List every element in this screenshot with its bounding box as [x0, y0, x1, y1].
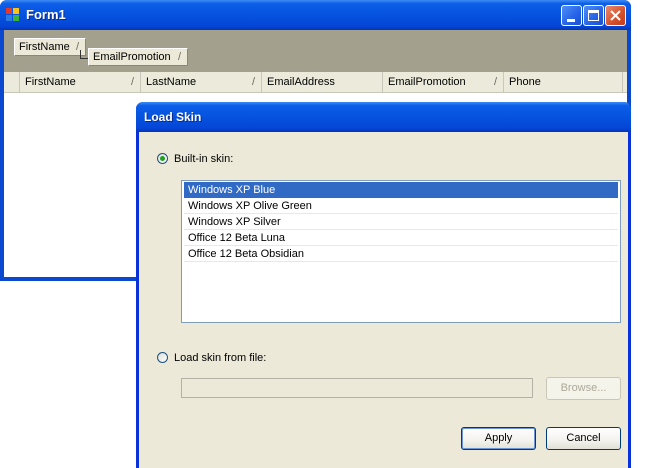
column-header-label: Phone — [509, 76, 541, 88]
skin-file-path-input[interactable] — [181, 378, 533, 398]
load-skin-dialog: Load Skin Built-in skin: Windows XP Blue… — [136, 102, 631, 468]
cancel-button[interactable]: Cancel — [546, 427, 621, 450]
close-button[interactable] — [605, 5, 626, 26]
skin-listbox[interactable]: Windows XP Blue Windows XP Olive Green W… — [181, 180, 621, 323]
dialog-client: Built-in skin: Windows XP Blue Windows X… — [139, 132, 628, 468]
sort-icon: / — [177, 51, 181, 63]
sort-icon: / — [251, 76, 255, 88]
group-chip-firstname[interactable]: FirstName / — [14, 38, 86, 56]
column-header-label: LastName — [146, 76, 197, 88]
row-indicator-header — [4, 72, 20, 92]
grid-header: FirstName / LastName / EmailAddress Emai… — [4, 72, 627, 93]
sort-icon: / — [493, 76, 497, 88]
apply-button[interactable]: Apply — [461, 427, 536, 450]
group-by-panel: FirstName / EmailPromotion / — [4, 30, 627, 72]
maximize-icon — [588, 10, 599, 21]
skin-list-item[interactable]: Windows XP Blue — [184, 182, 618, 198]
dialog-title: Load Skin — [144, 110, 202, 124]
builtin-skin-radio[interactable] — [157, 153, 168, 164]
skin-list-item[interactable]: Office 12 Beta Obsidian — [184, 246, 618, 262]
minimize-icon — [567, 19, 575, 22]
column-header-emailaddress[interactable]: EmailAddress — [262, 72, 383, 92]
column-header-lastname[interactable]: LastName / — [141, 72, 262, 92]
maximize-button[interactable] — [583, 5, 604, 26]
column-header-firstname[interactable]: FirstName / — [20, 72, 141, 92]
app-icon — [6, 8, 20, 22]
close-icon — [610, 10, 621, 21]
skin-list-item[interactable]: Office 12 Beta Luna — [184, 230, 618, 246]
column-header-phone[interactable]: Phone — [504, 72, 623, 92]
skin-list-item[interactable]: Windows XP Olive Green — [184, 198, 618, 214]
minimize-button[interactable] — [561, 5, 582, 26]
browse-button[interactable]: Browse... — [546, 377, 621, 400]
dialog-titlebar[interactable]: Load Skin — [136, 102, 631, 132]
builtin-skin-label[interactable]: Built-in skin: — [174, 153, 233, 165]
column-header-label: EmailPromotion — [388, 76, 466, 88]
column-header-label: FirstName — [25, 76, 76, 88]
file-skin-radio[interactable] — [157, 352, 168, 363]
form1-title: Form1 — [26, 7, 66, 22]
group-chip-emailpromotion[interactable]: EmailPromotion / — [88, 48, 188, 66]
skin-list-item[interactable]: Windows XP Silver — [184, 214, 618, 230]
column-header-emailpromotion[interactable]: EmailPromotion / — [383, 72, 504, 92]
column-header-label: EmailAddress — [267, 76, 335, 88]
form1-titlebar[interactable]: Form1 — [0, 0, 631, 30]
group-chip-label: EmailPromotion — [93, 51, 171, 63]
radio-selected-dot — [160, 156, 165, 161]
sort-icon: / — [75, 41, 79, 53]
group-chip-label: FirstName — [19, 41, 70, 53]
file-skin-label[interactable]: Load skin from file: — [174, 352, 266, 364]
sort-icon: / — [130, 76, 134, 88]
